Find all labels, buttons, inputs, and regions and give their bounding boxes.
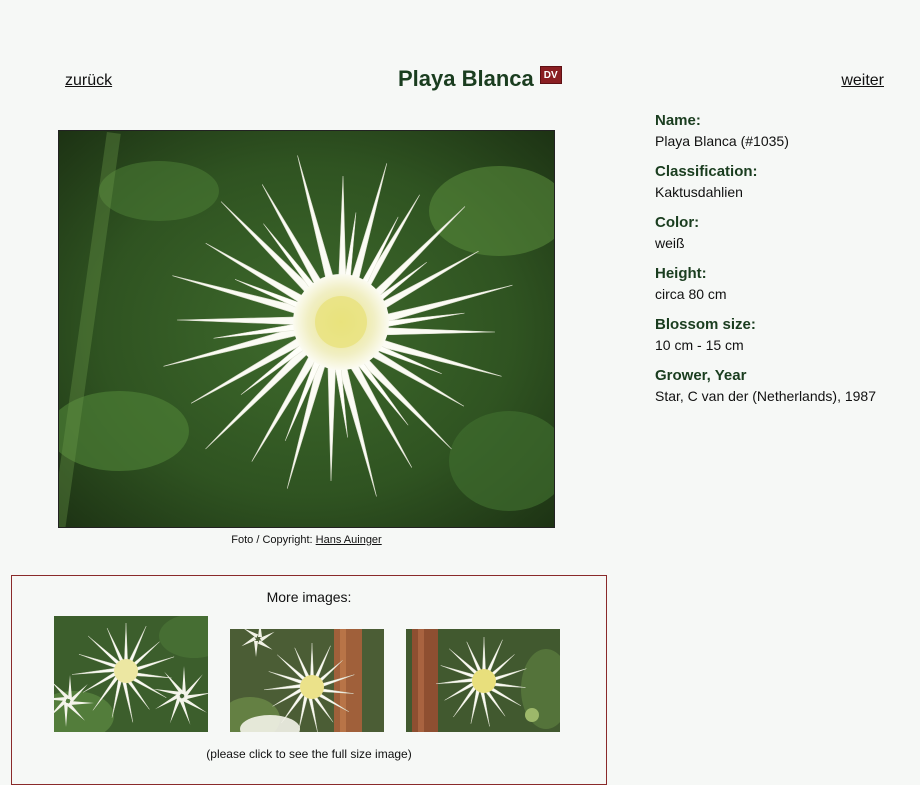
color-value: weiß bbox=[655, 235, 685, 251]
thumbnail-2[interactable] bbox=[230, 629, 384, 732]
info-grower: Grower, Year Star, C van der (Netherland… bbox=[655, 367, 905, 404]
thumbnail-3[interactable] bbox=[406, 629, 560, 732]
dv-badge-icon: DV bbox=[539, 66, 562, 84]
height-value: circa 80 cm bbox=[655, 286, 727, 302]
grower-label: Grower, Year bbox=[655, 367, 747, 384]
photographer-link[interactable]: Hans Auinger bbox=[316, 534, 382, 546]
thumbnail-1[interactable] bbox=[54, 616, 208, 732]
classification-value: Kaktusdahlien bbox=[655, 184, 743, 200]
more-images-note: (please click to see the full size image… bbox=[206, 747, 412, 761]
name-value: Playa Blanca (#1035) bbox=[655, 133, 789, 149]
info-blossom-size: Blossom size: 10 cm - 15 cm bbox=[655, 316, 905, 353]
grower-value: Star, C van der (Netherlands), 1987 bbox=[655, 388, 877, 404]
height-label: Height: bbox=[655, 265, 707, 282]
title-area: Playa Blanca DV bbox=[398, 66, 562, 92]
info-color: Color: weiß bbox=[655, 214, 905, 251]
page-title: Playa Blanca bbox=[398, 66, 534, 91]
info-height: Height: circa 80 cm bbox=[655, 265, 905, 302]
back-link[interactable]: zurück bbox=[65, 72, 112, 90]
more-images-title: More images: bbox=[266, 589, 352, 605]
info-classification: Classification: Kaktusdahlien bbox=[655, 163, 905, 200]
blossom-size-label: Blossom size: bbox=[655, 316, 756, 333]
caption-prefix: Foto / Copyright: bbox=[231, 534, 313, 546]
more-images-box: More images: (please click to see the fu… bbox=[11, 575, 607, 785]
info-name: Name: Playa Blanca (#1035) bbox=[655, 112, 905, 149]
photo-caption: Foto / Copyright: Hans Auinger bbox=[58, 534, 555, 546]
main-flower-photo bbox=[58, 130, 555, 528]
dahlia-info-panel: Name: Playa Blanca (#1035) Classificatio… bbox=[655, 112, 905, 418]
next-link[interactable]: weiter bbox=[841, 72, 884, 90]
color-label: Color: bbox=[655, 214, 700, 231]
classification-label: Classification: bbox=[655, 163, 758, 180]
blossom-size-value: 10 cm - 15 cm bbox=[655, 337, 744, 353]
name-label: Name: bbox=[655, 112, 701, 129]
